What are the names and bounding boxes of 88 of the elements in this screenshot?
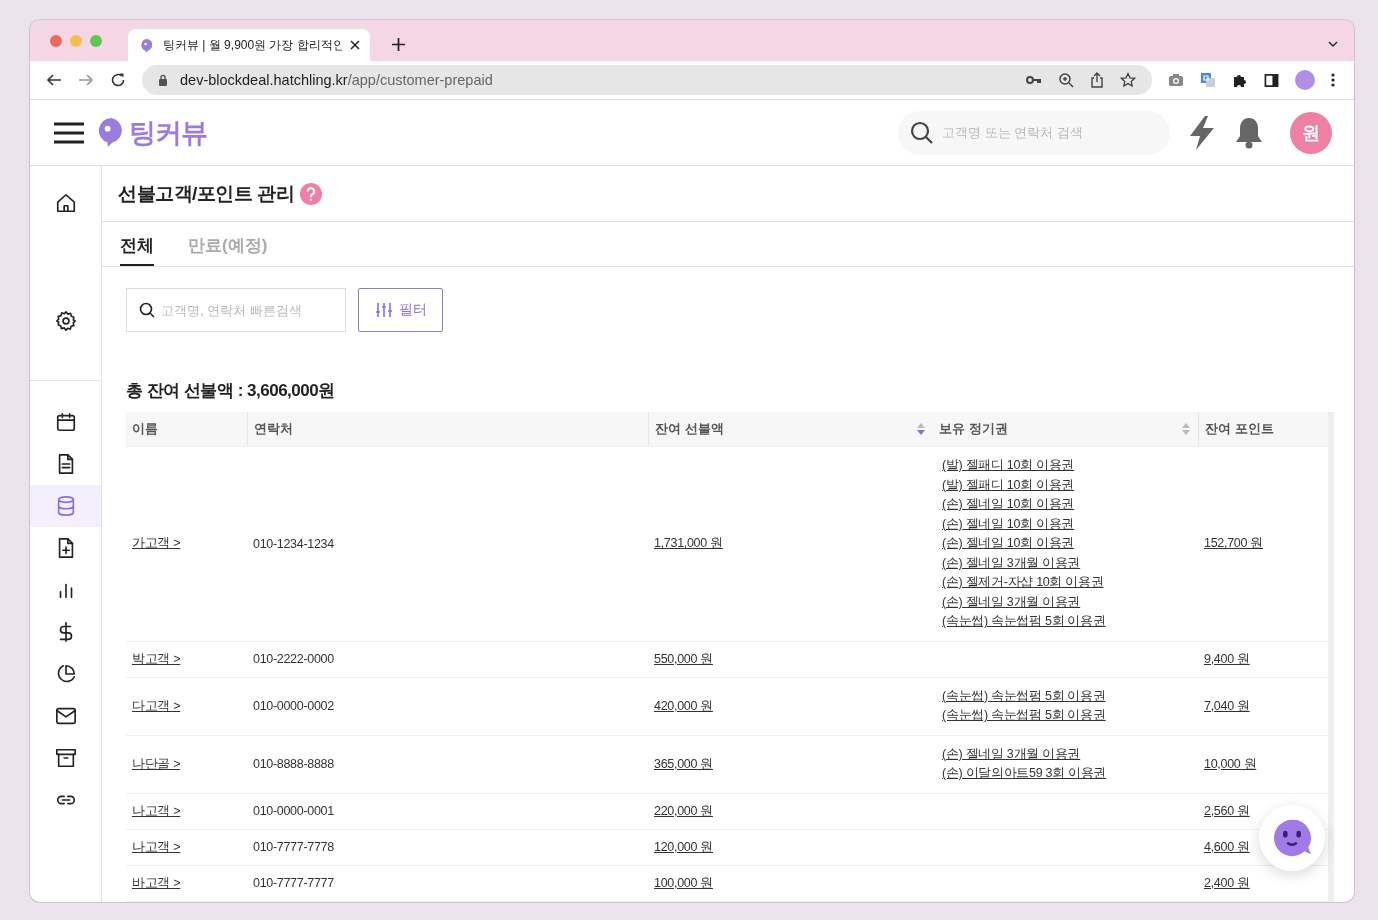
search-icon xyxy=(139,302,155,318)
star-icon[interactable] xyxy=(1120,72,1136,88)
lightning-icon[interactable] xyxy=(1188,115,1216,150)
customer-name-link[interactable]: 나고객 > xyxy=(132,803,181,818)
points-link[interactable]: 7,040 원 xyxy=(1204,698,1250,713)
filter-button[interactable]: 필터 xyxy=(358,288,443,332)
page-title: 선불고객/포인트 관리 xyxy=(118,181,295,206)
pass-link[interactable]: (손) 젤제거-자샵 10회 이용권 xyxy=(942,573,1192,593)
phone-text: 010-8888-8888 xyxy=(253,757,334,771)
sliders-icon xyxy=(374,302,393,318)
address-bar[interactable]: dev-blockdeal.hatchling.kr/app/customer-prepaid xyxy=(142,65,1152,95)
side-panel-icon[interactable] xyxy=(1264,72,1279,88)
customer-name-link[interactable]: 다고객 > xyxy=(132,698,181,713)
page-tab[interactable]: 전체 xyxy=(120,222,154,266)
points-link[interactable]: 4,600 원 xyxy=(1204,839,1250,854)
url-text: dev-blockdeal.hatchling.kr/app/customer-prepaid xyxy=(180,72,493,88)
sort-icon[interactable] xyxy=(917,423,925,435)
column-header: 잔여 포인트 xyxy=(1198,412,1331,447)
pass-link[interactable]: (속눈썹) 속눈썹펌 5회 이용권 xyxy=(942,612,1192,632)
profile-avatar[interactable] xyxy=(1295,70,1315,90)
puzzle-icon[interactable] xyxy=(1232,72,1248,88)
pass-link[interactable]: (속눈썹) 속눈썹펌 5회 이용권 xyxy=(942,706,1192,726)
help-icon[interactable] xyxy=(300,182,323,205)
pass-link[interactable]: (손) 젤네일 10회 이용권 xyxy=(942,495,1192,515)
camera-icon[interactable] xyxy=(1168,73,1184,87)
prepaid-amount-link[interactable]: 100,000 원 xyxy=(654,875,713,890)
back-arrow-icon[interactable] xyxy=(46,72,62,88)
bell-icon[interactable] xyxy=(1234,115,1264,150)
gear-icon xyxy=(54,310,77,332)
chatbot-button[interactable] xyxy=(1259,805,1325,871)
new-tab-icon[interactable] xyxy=(392,38,405,51)
pass-link[interactable]: (손) 젤네일 3개월 이용권 xyxy=(942,553,1192,573)
pass-link[interactable]: (손) 젤네일 10회 이용권 xyxy=(942,514,1192,534)
reload-icon[interactable] xyxy=(110,72,126,88)
column-header: 연락처 xyxy=(247,412,648,447)
pass-link[interactable]: (속눈썹) 속눈썹펌 5회 이용권 xyxy=(942,686,1192,706)
column-header[interactable]: 잔여 선불액 xyxy=(648,412,933,447)
search-field[interactable]: 고객명 또는 연락처 검색 xyxy=(898,110,1170,155)
customer-name-link[interactable]: 바고객 > xyxy=(132,875,181,890)
phone-text: 010-7777-7777 xyxy=(253,876,334,890)
key-icon[interactable] xyxy=(1026,75,1042,85)
customer-name-link[interactable]: 나고객 > xyxy=(132,839,181,854)
share-icon[interactable] xyxy=(1090,72,1104,88)
forward-arrow-icon[interactable] xyxy=(78,72,94,88)
phone-text: 010-0000-0001 xyxy=(253,804,334,818)
speech-bubble-icon xyxy=(98,117,125,148)
prepaid-amount-link[interactable]: 220,000 원 xyxy=(654,803,713,818)
prepaid-amount-link[interactable]: 365,000 원 xyxy=(654,756,713,771)
points-link[interactable]: 2,560 원 xyxy=(1204,803,1250,818)
prepaid-amount-link[interactable]: 550,000 원 xyxy=(654,651,713,666)
prepaid-amount-link[interactable]: 1,731,000 원 xyxy=(654,536,723,551)
translate-icon[interactable] xyxy=(1200,72,1216,88)
pass-link[interactable]: (손) 젤네일 3개월 이용권 xyxy=(942,744,1192,764)
customer-name-link[interactable]: 가고객 > xyxy=(132,536,181,551)
customer-name-link[interactable]: 박고객 > xyxy=(132,651,181,666)
points-link[interactable]: 152,700 원 xyxy=(1204,536,1263,551)
archive-icon xyxy=(54,747,77,769)
prepaid-amount-link[interactable]: 420,000 원 xyxy=(654,698,713,713)
points-link[interactable]: 2,400 원 xyxy=(1204,875,1250,890)
speech-bubble-icon xyxy=(140,37,155,53)
customer-name-link[interactable]: 나단골 > xyxy=(132,756,181,771)
phone-text: 010-1234-1234 xyxy=(253,536,334,551)
pass-link[interactable]: (손) 이달의아트59 3회 이용권 xyxy=(942,764,1192,784)
total-prepaid-text: 총 잔여 선불액 : 3,606,000원 xyxy=(126,380,336,402)
search-icon xyxy=(910,120,934,145)
column-header: 이름 xyxy=(126,412,247,447)
quick-search-field[interactable]: 고객명, 연락처 빠른검색 xyxy=(126,288,346,332)
close-icon[interactable] xyxy=(350,40,360,50)
points-link[interactable]: 9,400 원 xyxy=(1204,651,1250,666)
phone-text: 010-7777-7778 xyxy=(253,840,334,854)
prepaid-amount-link[interactable]: 120,000 원 xyxy=(654,839,713,854)
phone-text: 010-0000-0002 xyxy=(253,699,334,713)
calendar-icon xyxy=(54,411,77,433)
chevron-down-icon[interactable] xyxy=(1328,41,1338,47)
mail-icon xyxy=(54,705,77,727)
pass-link[interactable]: (발) 젤패디 10회 이용권 xyxy=(942,456,1192,476)
smiling-bubble-icon xyxy=(1271,817,1313,859)
pass-link[interactable]: (손) 젤네일 3개월 이용권 xyxy=(942,592,1192,612)
kebab-menu-icon[interactable] xyxy=(1331,72,1335,88)
column-header[interactable]: 보유 정기권 xyxy=(933,412,1198,447)
menu-icon[interactable] xyxy=(54,121,84,144)
points-link[interactable]: 10,000 원 xyxy=(1204,756,1257,771)
lock-icon xyxy=(158,74,168,86)
home-icon xyxy=(54,192,77,214)
pass-link[interactable]: (손) 젤네일 10회 이용권 xyxy=(942,534,1192,554)
phone-text: 010-2222-0000 xyxy=(253,652,334,666)
pass-link[interactable]: (발) 젤패디 10회 이용권 xyxy=(942,475,1192,495)
zoom-in-icon[interactable] xyxy=(1058,72,1074,88)
